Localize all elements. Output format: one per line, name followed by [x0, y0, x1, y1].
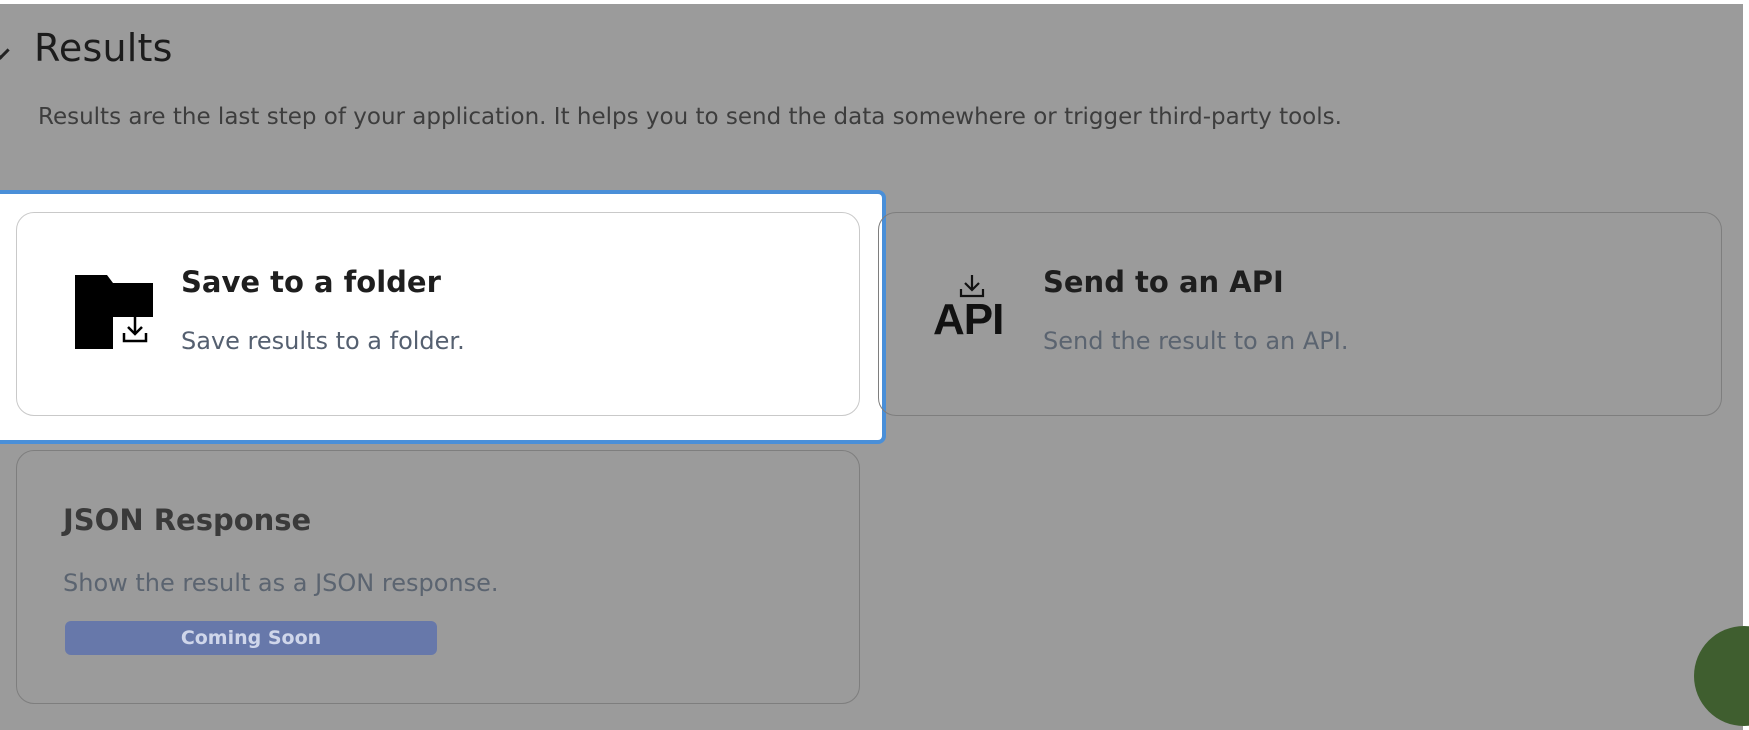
send-to-api-card[interactable]: API Send to an API Send the result to an…: [878, 212, 1722, 416]
save-to-folder-description: Save results to a folder.: [181, 327, 465, 355]
save-to-folder-title: Save to a folder: [181, 265, 441, 299]
section-description: Results are the last step of your applic…: [38, 104, 1342, 130]
send-to-api-title: Send to an API: [1043, 265, 1284, 299]
folder-download-icon: [75, 275, 157, 351]
json-response-description: Show the result as a JSON response.: [63, 569, 499, 597]
api-download-icon: API: [931, 273, 1015, 344]
save-to-folder-card[interactable]: Save to a folder Save results to a folde…: [16, 212, 860, 416]
results-section: Results Results are the last step of you…: [0, 0, 1749, 730]
coming-soon-badge: Coming Soon: [65, 621, 437, 655]
chevron-down-icon[interactable]: [0, 41, 10, 60]
json-response-title: JSON Response: [63, 503, 312, 537]
chat-bubble-icon[interactable]: [1694, 626, 1749, 726]
send-to-api-description: Send the result to an API.: [1043, 327, 1349, 355]
section-title: Results: [34, 26, 173, 70]
json-response-card[interactable]: JSON Response Show the result as a JSON …: [16, 450, 860, 704]
